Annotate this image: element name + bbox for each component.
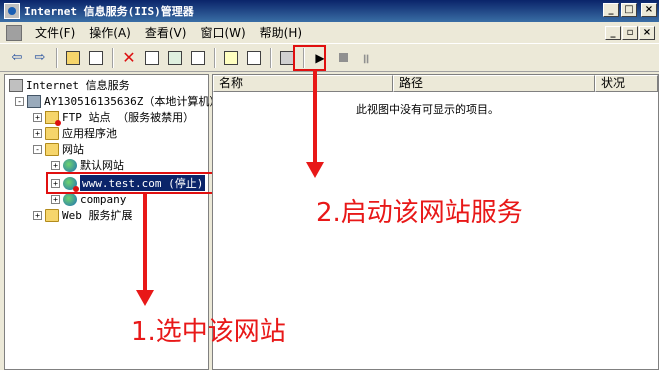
toolbar-separator [112,47,114,68]
globe-icon [63,158,77,172]
expand-toggle[interactable]: + [51,194,60,204]
mdi-restore-button[interactable]: ▫ [622,26,638,40]
expand-toggle[interactable]: + [33,210,42,220]
close-button[interactable]: × [641,3,657,17]
annotation-step2: 2.启动该网站服务 [316,198,523,228]
tree-node-root[interactable]: Internet 信息服务 [9,77,130,93]
column-header-name[interactable]: 名称 [213,75,393,92]
tree-node-websites[interactable]: - 网站 [33,141,84,157]
stop-icon[interactable] [332,47,354,69]
help-icon[interactable] [220,47,242,69]
tree-node-default-site[interactable]: + 默认网站 [51,157,124,173]
pause-icon[interactable]: ॥ [355,47,377,69]
computer-icon [27,94,41,108]
tree-node-apppool[interactable]: + 应用程序池 [33,125,117,141]
delete-icon[interactable]: ✕ [118,47,140,69]
iis-app-icon [4,3,20,19]
toolbar: ⇦ ⇨ ✕ ▶ ॥ [0,44,659,72]
menu-help[interactable]: 帮助(H) [253,22,309,43]
properties-icon[interactable] [141,47,163,69]
toolbar-separator [214,47,216,68]
window-title-bar[interactable]: Internet 信息服务(IIS)管理器 _ □ × [0,0,659,22]
ftp-folder-stopped-icon [45,110,61,126]
tree-node-ftp[interactable]: + FTP 站点 （服务被禁用） [33,109,194,126]
mdi-controls: _ ▫ × [605,26,655,40]
column-header-path[interactable]: 路径 [393,75,595,92]
window-controls: _ □ × [603,3,657,17]
selected-site-highlight [46,172,220,194]
up-folder-icon[interactable] [62,47,84,69]
console-menu-icon[interactable] [6,24,22,41]
back-arrow-icon[interactable]: ⇦ [6,47,28,69]
refresh-icon[interactable] [164,47,186,69]
menu-action[interactable]: 操作(A) [82,22,138,43]
menu-window[interactable]: 窗口(W) [193,22,252,43]
maximize-button[interactable]: □ [621,3,637,17]
toolbar-separator [270,47,272,68]
mdi-minimize-button[interactable]: _ [605,26,621,40]
window-title: Internet 信息服务(IIS)管理器 [24,5,194,18]
mdi-close-button[interactable]: × [639,26,655,40]
menu-view[interactable]: 查看(V) [138,22,194,43]
globe-icon [63,192,77,206]
collapse-toggle[interactable]: - [33,144,42,154]
folder-icon [45,126,59,140]
annotation-step1: 1.选中该网站 [131,317,286,347]
console-icon[interactable] [243,47,265,69]
folder-icon [45,142,59,156]
column-header-status[interactable]: 状况 [595,75,658,92]
tree-node-computer[interactable]: - AY130516135636Z（本地计算机） [15,93,220,109]
menu-bar: 文件(F) 操作(A) 查看(V) 窗口(W) 帮助(H) _ ▫ × [0,22,659,44]
toolbar-separator [56,47,58,68]
show-tree-icon[interactable] [85,47,107,69]
minimize-button[interactable]: _ [603,3,619,17]
menu-file[interactable]: 文件(F) [28,22,82,43]
empty-list-message: 此视图中没有可显示的项目。 [356,103,499,116]
forward-arrow-icon[interactable]: ⇨ [29,47,51,69]
export-icon[interactable] [187,47,209,69]
tree-node-webext[interactable]: + Web 服务扩展 [33,207,133,223]
folder-icon [45,208,59,222]
expand-toggle[interactable]: + [51,160,60,170]
iis-icon [9,78,23,92]
start-button-highlight [293,45,326,71]
expand-toggle[interactable]: + [33,128,42,138]
collapse-toggle[interactable]: - [15,96,24,106]
list-header: 名称 路径 状况 [213,75,658,92]
expand-toggle[interactable]: + [33,112,42,122]
